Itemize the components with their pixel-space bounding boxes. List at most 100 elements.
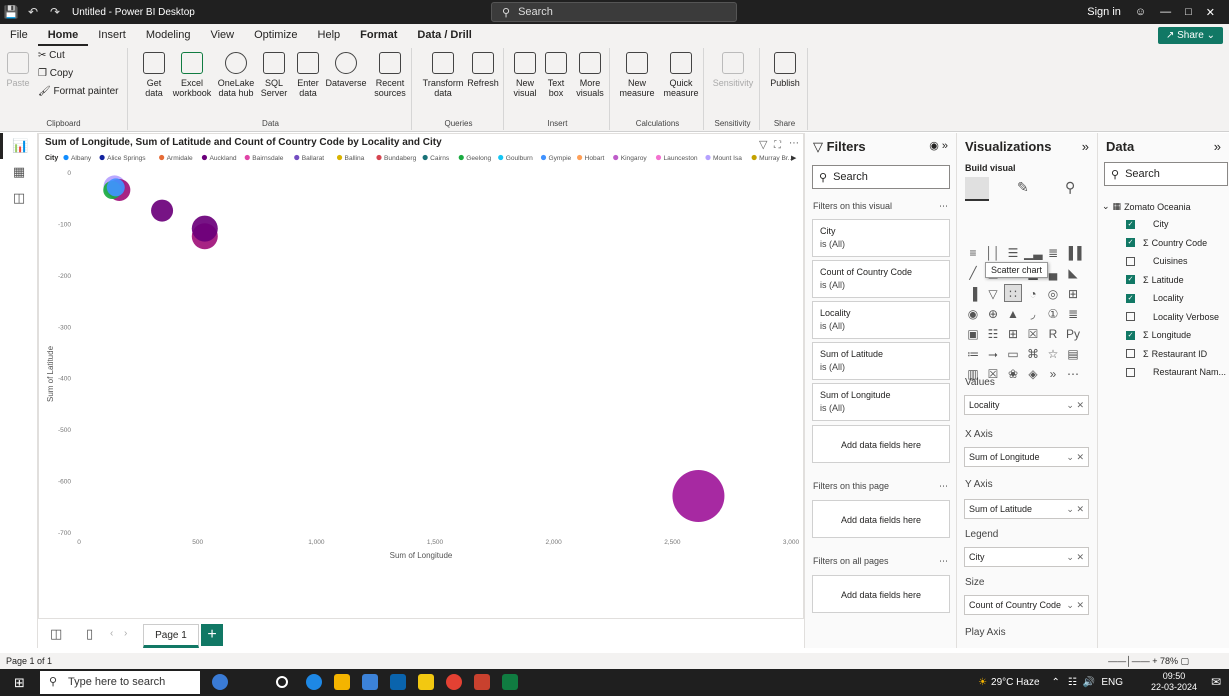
viz-line-icon[interactable]: ╱ [964,264,982,282]
legend-item[interactable]: Mount Isa [713,155,742,162]
legend-item[interactable]: Cairns [430,155,450,162]
legend-item[interactable]: Hobart [585,155,605,162]
add-page-filter-dropzone[interactable]: Add data fields here [812,500,950,538]
redo-icon[interactable]: ↷ [44,5,66,19]
viz-100-bar-icon[interactable]: ≣ [1044,244,1062,262]
add-visual-filter-dropzone[interactable]: Add data fields here [812,425,950,463]
minimize-button[interactable]: — [1160,6,1171,18]
tab-view[interactable]: View [200,24,244,46]
field-row[interactable]: ✓ Σ Longitude [1126,330,1191,340]
legend-item[interactable]: Gympie [549,155,572,162]
legend-item[interactable]: Bundaberg [384,155,417,162]
viz-card-icon[interactable]: ① [1044,305,1062,323]
filter-card-sum-longitude[interactable]: Sum of Longitude is (All) [812,383,950,421]
mail-icon[interactable] [390,674,406,690]
more-visuals-button[interactable]: More visuals [572,52,608,98]
volume-icon[interactable]: 🔊 [1083,677,1095,688]
legend-item[interactable]: Ballarat [302,155,325,162]
filter-card-locality[interactable]: Locality is (All) [812,301,950,339]
viz-map-icon[interactable]: ◉ [964,305,982,323]
tab-insert[interactable]: Insert [88,24,136,46]
legend-item[interactable]: Albany [71,155,92,162]
remove-field-icon[interactable]: ⌄ ✕ [1066,596,1084,614]
get-data-button[interactable]: Get data [138,52,170,98]
viz-goals-icon[interactable]: ☆ [1044,345,1062,363]
field-checkbox[interactable] [1126,312,1135,321]
viz-multi-row-card-icon[interactable]: ≣ [1064,305,1082,323]
viz-treemap-icon[interactable]: ⊞ [1064,285,1082,303]
field-row[interactable]: ✓ Σ Country Code [1126,238,1207,248]
sql-server-button[interactable]: SQL Server [258,52,290,98]
viz-diamond-icon[interactable]: ◈ [1024,365,1042,383]
viz-chevron-icon[interactable]: » [1044,365,1062,383]
viz-slicer-icon[interactable]: ☷ [984,325,1002,343]
legend-well[interactable]: City ⌄ ✕ [964,547,1089,567]
field-checkbox[interactable]: ✓ [1126,238,1135,247]
viz-stacked-column-icon[interactable]: ││ [984,244,1002,262]
scatter-chart[interactable]: Sum of Longitude, Sum of Latitude and Co… [39,134,803,618]
legend-next-icon[interactable]: ▶ [791,155,797,162]
quick-measure-button[interactable]: Quick measure [660,52,702,98]
viz-clustered-column-icon[interactable]: ▁▃ [1024,244,1042,262]
collapse-filters-icon[interactable]: ◉ » [929,139,948,152]
viz-gauge-icon[interactable]: ◞ [1024,305,1042,323]
viz-azure-map-icon[interactable]: ▲ [1004,305,1022,323]
viz-python-icon[interactable]: Py [1064,325,1082,343]
add-page-button[interactable]: + [201,624,223,646]
chrome-icon[interactable] [446,674,462,690]
tab-optimize[interactable]: Optimize [244,24,307,46]
filter-card-count-country-code[interactable]: Count of Country Code is (All) [812,260,950,298]
report-view-icon[interactable]: 📊 [0,133,38,159]
field-row[interactable]: ✓ Locality [1126,293,1184,303]
legend-item[interactable]: Launceston [664,155,698,162]
recent-sources-button[interactable]: Recent sources [370,52,410,98]
legend-item[interactable]: Armidale [167,155,193,162]
viz-donut-icon[interactable]: ◎ [1044,285,1062,303]
weather-icon[interactable]: ☀ [978,677,987,688]
taskbar-search-input[interactable]: ⚲ Type here to search [40,671,200,694]
store-icon[interactable] [362,674,378,690]
tab-format[interactable]: Format [350,24,407,46]
cortana-icon[interactable] [212,674,228,690]
field-row[interactable]: Restaurant Nam... [1126,367,1226,377]
viz-table-icon[interactable]: ⊞ [1004,325,1022,343]
account-icon[interactable]: ☺ [1135,6,1146,18]
scatter-point[interactable] [151,199,174,222]
tab-modeling[interactable]: Modeling [136,24,201,46]
format-painter-button[interactable]: 🖌 Format painter [38,86,119,97]
analytics-icon[interactable]: ⚲ [1065,179,1075,196]
legend-item[interactable]: Ballina [345,155,365,162]
remove-field-icon[interactable]: ⌄ ✕ [1066,396,1084,414]
next-page-icon[interactable]: › [124,628,127,639]
legend-item[interactable]: Goulburn [506,155,533,162]
close-button[interactable]: ✕ [1206,6,1215,19]
tab-data-drill[interactable]: Data / Drill [407,24,481,46]
scatter-point[interactable] [672,470,725,522]
collapse-viz-icon[interactable]: » [1082,139,1089,154]
values-well[interactable]: Locality ⌄ ✕ [964,395,1089,415]
cut-button[interactable]: ✂ Cut [38,50,65,61]
viz-key-influencers-icon[interactable]: ≔ [964,345,982,363]
viz-r-script-icon[interactable]: R [1044,325,1062,343]
field-checkbox[interactable] [1126,256,1135,266]
field-row[interactable]: ✓ City [1126,219,1169,229]
filter-icon[interactable]: ▽ [759,139,768,151]
x-axis-well[interactable]: Sum of Longitude ⌄ ✕ [964,447,1089,467]
remove-field-icon[interactable]: ⌄ ✕ [1066,500,1084,518]
add-all-pages-filter-dropzone[interactable]: Add data fields here [812,575,950,613]
enter-data-button[interactable]: Enter data [292,52,324,98]
sensitivity-button[interactable]: Sensitivity [708,52,758,88]
data-search-input[interactable]: ⚲ Search [1104,162,1228,186]
legend-item[interactable]: Alice Springs [107,155,146,162]
field-row[interactable]: Σ Restaurant ID [1126,349,1207,359]
viz-clustered-bar-icon[interactable]: ☰ [1004,244,1022,262]
save-icon[interactable]: 💾 [0,5,22,19]
tab-file[interactable]: File [0,24,38,46]
app-icon[interactable] [474,674,490,690]
legend-item[interactable]: Bairnsdale [252,155,283,162]
viz-waterfall-icon[interactable]: ◣ [1064,264,1082,282]
excel-button[interactable]: Excel workbook [172,52,212,98]
field-checkbox[interactable]: ✓ [1126,275,1135,284]
zoom-control[interactable]: ——│—— + 78% ▢ [1108,653,1189,669]
mobile-layout-icon[interactable]: ▯ [86,626,93,642]
